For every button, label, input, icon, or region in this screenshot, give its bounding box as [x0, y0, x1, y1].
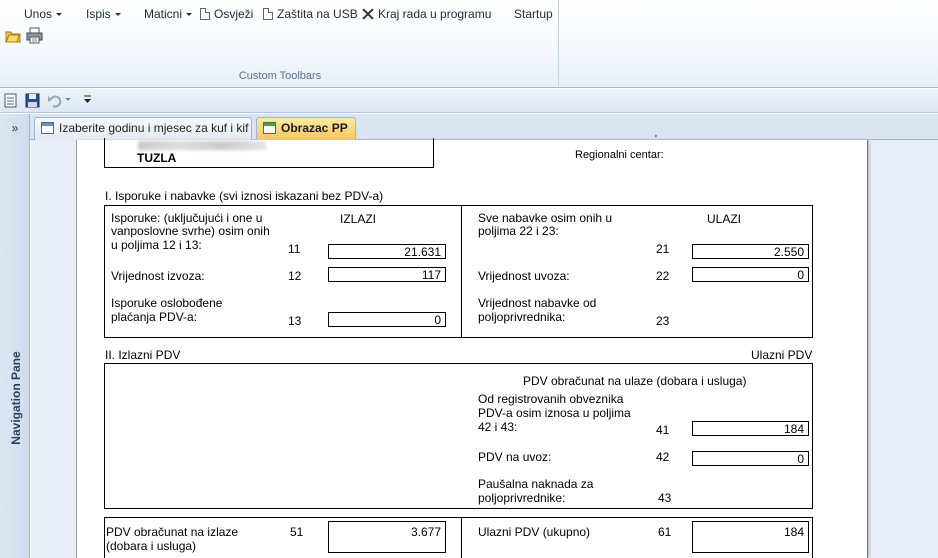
report-gutter-right — [870, 140, 938, 558]
field-61-number: 61 — [658, 525, 672, 539]
menu-maticni[interactable]: Maticni — [144, 6, 193, 22]
ulazi-heading: ULAZI — [707, 212, 742, 226]
refresh-button[interactable]: Osvježi — [200, 6, 253, 22]
field-42-label: PDV na uvoz: — [478, 450, 552, 464]
regional-center-label: Regionalni centar: — [575, 149, 664, 161]
field-23-number: 23 — [656, 314, 670, 328]
usb-protect-label: Zaštita na USB — [277, 7, 358, 21]
refresh-label: Osvježi — [214, 7, 254, 21]
field-13-number: 13 — [288, 314, 302, 328]
field-23-label-line1: Vrijednost nabavke od — [478, 296, 597, 310]
section-2-right-title: Ulazni PDV — [751, 348, 813, 362]
field-43-label-line1: Paušalna naknada za — [478, 477, 594, 491]
field-51-label-line2: (dobara i usluga) — [106, 539, 197, 553]
startup-button[interactable]: Startup — [514, 6, 553, 22]
field-43-label-line2: poljoprivrednike: — [478, 491, 566, 505]
field-41-label-line1: Od registrovanih obveznika — [478, 392, 624, 406]
field-61-label: Ulazni PDV (ukupno) — [478, 525, 591, 539]
startup-label: Startup — [514, 7, 553, 21]
close-icon — [362, 8, 374, 20]
field-11-label-line3: u poljima 12 i 13: — [111, 238, 202, 252]
input-vat-subheading: PDV obračunat na ulaze (dobara i usluga) — [523, 374, 747, 388]
field-11-label-line2: vanposlovne svrhe) osim onih — [111, 224, 270, 238]
field-22-number: 22 — [656, 269, 670, 283]
field-22-label: Vrijednost uvoza: — [478, 269, 570, 283]
menu-maticni-label: Maticni — [144, 7, 183, 21]
tab-label: Obrazac PP — [281, 121, 348, 135]
field-22-value: 0 — [692, 267, 809, 282]
document-icon — [263, 8, 273, 20]
tab-label: Izaberite godinu i mjesec za kuf i kif — [59, 121, 249, 135]
menu-ispis[interactable]: Ispis — [86, 6, 121, 22]
tab-izaberite-godinu[interactable]: Izaberite godinu i mjesec za kuf i kif — [34, 117, 252, 140]
section-1-divider — [461, 205, 462, 338]
save-icon[interactable] — [25, 93, 40, 108]
exit-label: Kraj rada u programu — [378, 7, 492, 21]
menu-unos[interactable]: Unos — [24, 6, 63, 22]
field-21-label-line2: poljima 22 i 23: — [478, 224, 559, 238]
field-42-number: 42 — [656, 450, 670, 464]
izlazi-heading: IZLAZI — [340, 212, 377, 226]
field-51-number: 51 — [290, 525, 304, 539]
navigation-pane[interactable] — [0, 114, 30, 558]
field-41-label-line3: 42 i 43: — [478, 420, 518, 434]
section-1-title: I. Isporuke i nabavke (svi iznosi iskaza… — [105, 189, 384, 203]
field-13-value: 0 — [328, 312, 446, 327]
field-61-value: 184 — [692, 521, 809, 553]
nav-pane-toggle-icon[interactable]: » — [0, 120, 30, 136]
field-13-label-line1: Isporuke oslobođene — [111, 296, 223, 310]
field-23-label-line2: poljoprivrednika: — [478, 310, 566, 324]
field-41-label-line2: PDV-a osim iznosa u poljima — [478, 406, 631, 420]
field-13-label-line2: plaćanja PDV-a: — [111, 310, 198, 324]
field-11-number: 11 — [288, 242, 301, 256]
section-2-title: II. Izlazni PDV — [105, 348, 181, 362]
field-21-number: 21 — [656, 242, 670, 256]
tab-obrazac-pp[interactable]: Obrazac PP — [256, 117, 356, 140]
field-21-value: 2.550 — [692, 244, 809, 259]
document-icon — [200, 8, 210, 20]
document-tab-strip: Izaberite godinu i mjesec za kuf i kif O… — [30, 114, 938, 140]
field-51-value: 3.677 — [328, 521, 446, 553]
usb-protect-button[interactable]: Zaštita na USB — [263, 6, 358, 22]
field-12-label: Vrijednost izvoza: — [111, 269, 205, 283]
form-icon — [41, 122, 54, 134]
report-gutter-left — [31, 140, 76, 558]
report-icon — [263, 122, 276, 134]
ribbon-separator — [558, 0, 559, 86]
chevron-down-icon — [56, 13, 63, 17]
ribbon: Unos Ispis Maticni Osvježi Zaštita na US… — [0, 0, 938, 88]
ribbon-group-label: Custom Toolbars — [238, 70, 322, 82]
menu-unos-label: Unos — [24, 7, 53, 21]
city-name: TUZLA — [137, 151, 177, 165]
field-12-value: 117 — [328, 267, 446, 282]
nav-pane-label[interactable]: Navigation Pane — [9, 343, 25, 453]
redacted-address — [138, 141, 266, 150]
customize-qat-icon[interactable] — [83, 95, 92, 105]
open-folder-icon[interactable] — [5, 28, 21, 44]
undo-icon[interactable] — [47, 93, 63, 108]
field-11-label-line1: Isporuke: (uključujući i one u — [111, 211, 263, 225]
header-tick: ' — [655, 134, 657, 145]
field-21-label-line1: Sve nabavke osim onih u — [478, 211, 613, 225]
exit-button[interactable]: Kraj rada u programu — [362, 6, 491, 22]
chevron-down-icon — [114, 13, 121, 17]
printer-icon[interactable] — [26, 27, 44, 44]
field-43-number: 43 — [658, 491, 672, 505]
field-11-value: 21.631 — [328, 244, 446, 259]
chevron-down-icon — [186, 13, 193, 17]
field-42-value: 0 — [692, 451, 809, 466]
form-icon[interactable] — [4, 93, 18, 108]
undo-dropdown-icon[interactable] — [65, 98, 71, 101]
field-12-number: 12 — [288, 269, 302, 283]
totals-divider — [461, 517, 462, 558]
field-41-value: 184 — [692, 421, 809, 436]
field-51-label-line1: PDV obračunat na izlaze — [106, 525, 239, 539]
quick-access-toolbar — [0, 89, 938, 113]
menu-ispis-label: Ispis — [86, 7, 111, 21]
field-41-number: 41 — [656, 423, 670, 437]
